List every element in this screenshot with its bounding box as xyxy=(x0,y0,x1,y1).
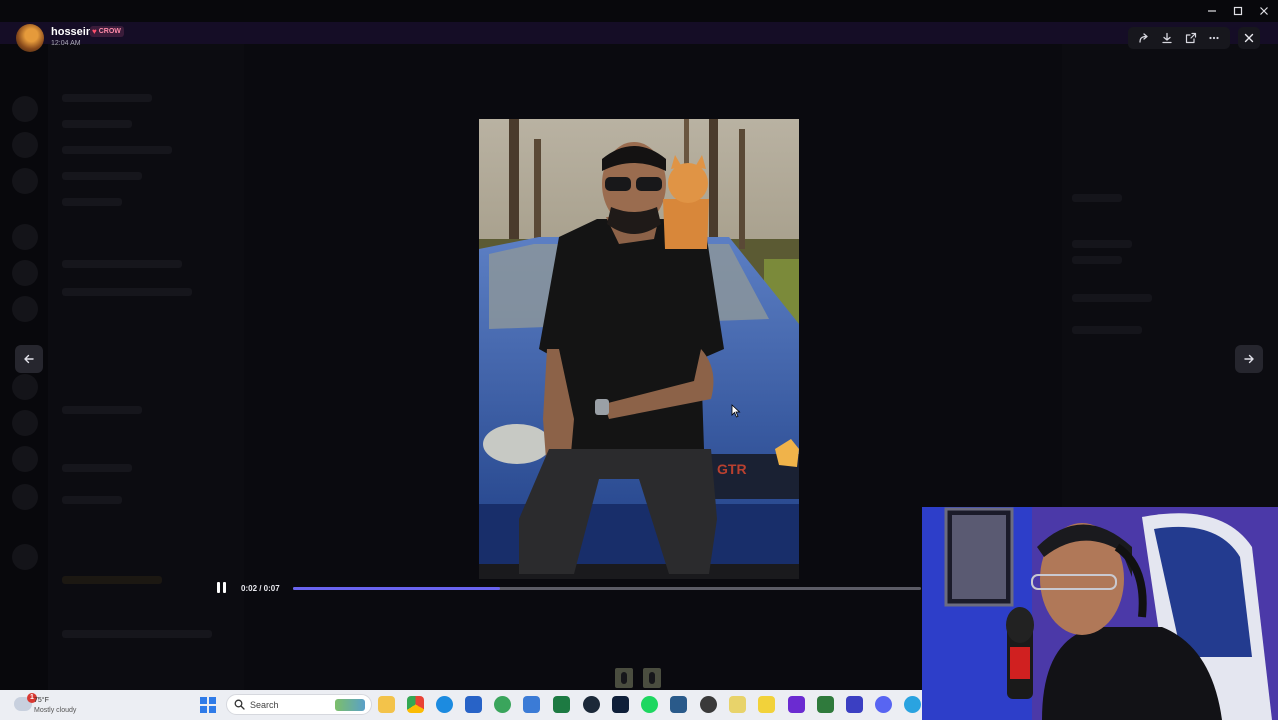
app-icon[interactable] xyxy=(670,696,687,713)
xbox-icon[interactable] xyxy=(494,696,511,713)
author-name[interactable]: hossein xyxy=(51,26,93,38)
lightbox-header: hossein ♥ CROW 12:04 AM xyxy=(0,20,1278,56)
taskbar-search[interactable]: Search xyxy=(226,694,372,715)
chrome-icon[interactable] xyxy=(407,696,424,713)
guild-tag-label: CROW xyxy=(98,28,121,35)
webcam-feed xyxy=(922,507,1278,720)
edge-icon[interactable] xyxy=(436,696,453,713)
author-avatar[interactable] xyxy=(16,24,44,52)
forward-icon[interactable] xyxy=(1136,30,1152,46)
store-icon[interactable] xyxy=(465,696,482,713)
notes-icon[interactable] xyxy=(758,696,775,713)
webcam-overlay xyxy=(922,507,1278,720)
weather-condition: Mostly cloudy xyxy=(34,707,77,714)
vpn-icon[interactable] xyxy=(846,696,863,713)
app-icon[interactable] xyxy=(700,696,717,713)
video-progress-fill xyxy=(293,587,501,590)
arrow-right-icon xyxy=(1244,354,1254,364)
app-icon[interactable] xyxy=(817,696,834,713)
app-icon[interactable] xyxy=(729,696,746,713)
close-icon xyxy=(1244,33,1254,43)
next-button[interactable] xyxy=(1235,345,1263,373)
excel-icon[interactable] xyxy=(553,696,570,713)
video-progress-bar[interactable] xyxy=(293,587,921,590)
search-icon xyxy=(234,699,245,710)
telegram-icon[interactable] xyxy=(904,696,921,713)
close-button[interactable] xyxy=(1238,27,1260,49)
mouse-cursor-icon xyxy=(731,404,741,418)
arrow-left-icon xyxy=(24,354,34,364)
heart-icon: ♥ xyxy=(92,27,97,36)
background-titlebar xyxy=(0,0,1278,22)
discord-icon[interactable] xyxy=(875,696,892,713)
windows-start-icon[interactable] xyxy=(200,697,216,713)
video-frame: GTR xyxy=(479,119,799,579)
weather-widget[interactable]: 1 75°F Mostly cloudy xyxy=(10,693,90,716)
window-controls xyxy=(1206,4,1270,18)
media-viewer[interactable]: GTR xyxy=(479,119,799,579)
app-icon[interactable] xyxy=(523,696,540,713)
gallery-thumbnail[interactable] xyxy=(615,668,633,688)
search-label: Search xyxy=(250,700,279,710)
pause-button[interactable] xyxy=(217,582,229,595)
steam-icon[interactable] xyxy=(583,696,600,713)
search-highlight-image xyxy=(335,699,365,711)
more-icon[interactable] xyxy=(1206,30,1222,46)
minimize-icon[interactable] xyxy=(1206,5,1218,17)
svg-text:GTR: GTR xyxy=(717,461,747,477)
download-icon[interactable] xyxy=(1159,30,1175,46)
pause-icon xyxy=(217,582,220,593)
maximize-icon[interactable] xyxy=(1232,5,1244,17)
video-time: 0:02 / 0:07 xyxy=(241,584,280,593)
gallery-thumbnail[interactable] xyxy=(643,668,661,688)
file-explorer-icon[interactable] xyxy=(378,696,395,713)
spotify-icon[interactable] xyxy=(641,696,658,713)
open-external-icon[interactable] xyxy=(1183,30,1199,46)
premiere-icon[interactable] xyxy=(788,696,805,713)
photoshop-icon[interactable] xyxy=(612,696,629,713)
background-channel-list xyxy=(48,44,244,690)
window-close-icon[interactable] xyxy=(1258,5,1270,17)
previous-button[interactable] xyxy=(15,345,43,373)
message-timestamp: 12:04 AM xyxy=(51,40,81,47)
weather-temperature: 75°F xyxy=(34,697,49,704)
author-guild-tag: ♥ CROW xyxy=(90,26,124,37)
lightbox-actions xyxy=(1128,27,1230,49)
